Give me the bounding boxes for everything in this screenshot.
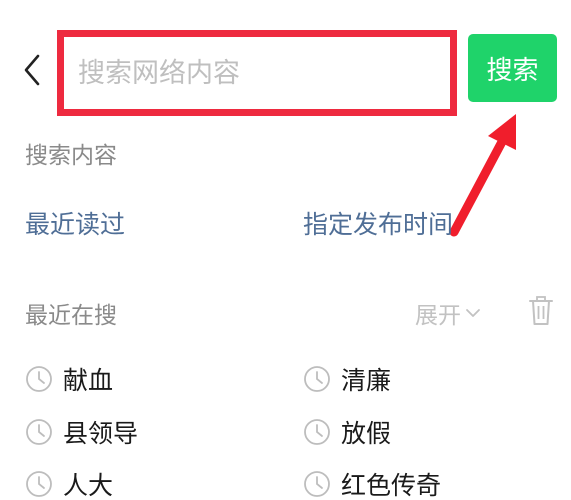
- history-item[interactable]: 县领导: [25, 414, 138, 450]
- clock-icon: [26, 366, 52, 392]
- expand-label: 展开: [415, 303, 461, 329]
- history-item[interactable]: 红色传奇: [303, 466, 441, 500]
- history-item-label: 县领导: [63, 419, 139, 448]
- history-item[interactable]: 清廉: [303, 361, 391, 397]
- publish-time-link[interactable]: 指定发布时间: [303, 205, 453, 241]
- clock-icon: [26, 471, 52, 497]
- history-item-label: 人大: [63, 471, 114, 500]
- clock-icon: [26, 419, 52, 445]
- recent-read-link[interactable]: 最近读过: [25, 205, 125, 241]
- red-arrow-annotation: [449, 114, 516, 237]
- history-item[interactable]: 人大: [25, 466, 113, 500]
- trash-icon: [529, 296, 553, 325]
- search-button[interactable]: 搜索: [468, 34, 557, 102]
- history-item[interactable]: 献血: [25, 361, 113, 397]
- expand-button[interactable]: 展开: [415, 296, 481, 330]
- search-content-label: 搜索内容: [25, 143, 117, 169]
- search-page: 搜索 搜索内容 最近读过 指定发布时间 最近在搜 展开 献血: [0, 0, 571, 500]
- history-item-label: 红色传奇: [341, 471, 442, 500]
- history-item[interactable]: 放假: [303, 414, 391, 450]
- history-item-label: 献血: [63, 366, 114, 395]
- history-item-label: 清廉: [341, 366, 392, 395]
- clock-icon: [304, 471, 330, 497]
- chevron-left-icon: [24, 54, 40, 86]
- recent-searches-title: 最近在搜: [25, 303, 117, 329]
- search-box-highlight: [57, 30, 457, 116]
- clock-icon: [304, 366, 330, 392]
- back-button[interactable]: [18, 50, 48, 90]
- chevron-down-icon: [466, 309, 480, 317]
- search-input[interactable]: [78, 37, 438, 109]
- history-item-label: 放假: [341, 419, 392, 448]
- clear-history-button[interactable]: [528, 295, 554, 327]
- clock-icon: [304, 419, 330, 445]
